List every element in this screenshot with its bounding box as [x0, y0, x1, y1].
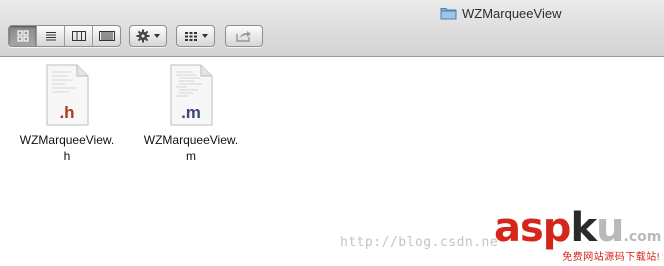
grid-icon: [184, 31, 197, 41]
column-view-button[interactable]: [65, 26, 93, 46]
file-item-h[interactable]: .h WZMarqueeView. h: [11, 64, 123, 164]
implementation-file-icon: .m: [170, 64, 213, 126]
action-menu-button[interactable]: [129, 25, 167, 47]
arrange-menu-button[interactable]: [176, 25, 215, 47]
folder-icon: [440, 8, 457, 20]
gear-icon: [136, 29, 150, 43]
aspku-logo: aspku.com 免费网站源码下载站!: [494, 205, 662, 263]
file-ext-m: .m: [181, 103, 201, 122]
watermark-url: http://blog.csdn.ne: [340, 235, 499, 250]
file-ext-h: .h: [59, 103, 74, 122]
share-icon: [236, 31, 251, 42]
list-view-button[interactable]: [37, 26, 65, 46]
chevron-down-icon: [154, 34, 160, 38]
share-button[interactable]: [225, 25, 263, 47]
cover-flow-icon: [98, 31, 115, 41]
header-file-icon: .h: [46, 64, 89, 126]
icon-view-button[interactable]: [9, 26, 37, 46]
icon-view-icon: [16, 30, 29, 42]
file-item-m[interactable]: .m WZMarqueeView. m: [135, 64, 247, 164]
window-titlebar: WZMarqueeView: [0, 0, 664, 57]
list-view-icon: [45, 31, 56, 41]
chevron-down-icon: [201, 34, 208, 38]
logo-tagline: 免费网站源码下载站!: [562, 252, 660, 263]
column-view-icon: [71, 31, 86, 41]
window-title-text: WZMarqueeView: [462, 5, 562, 21]
cover-flow-button[interactable]: [93, 26, 120, 46]
file-name-m: WZMarqueeView. m: [143, 133, 239, 163]
file-name-h: WZMarqueeView. h: [19, 133, 115, 163]
view-mode-segmented-control[interactable]: [8, 25, 121, 47]
window-title: WZMarqueeView: [440, 4, 561, 22]
